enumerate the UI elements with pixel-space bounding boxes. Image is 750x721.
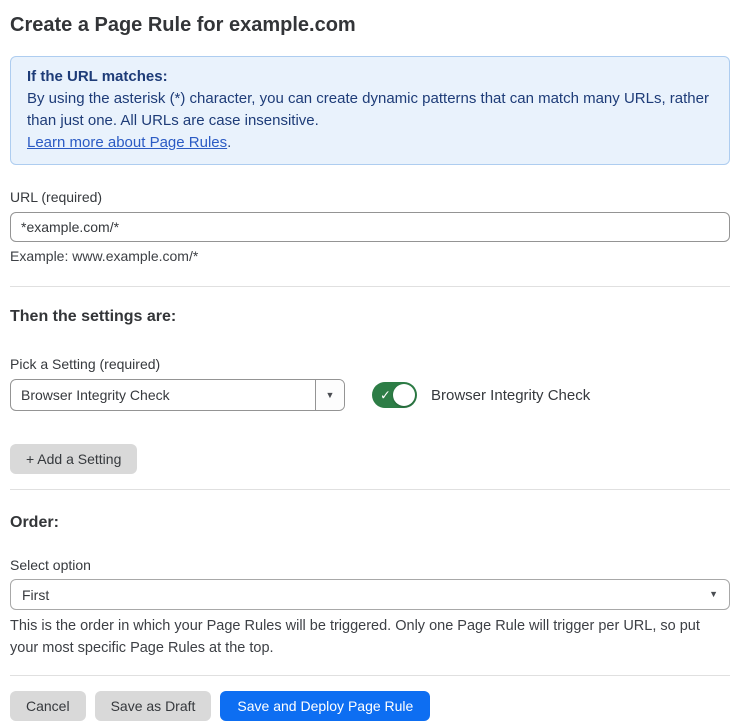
chevron-down-icon: ▼ bbox=[709, 590, 718, 599]
order-section-heading: Order: bbox=[10, 513, 730, 532]
info-box-heading: If the URL matches: bbox=[27, 66, 713, 88]
cancel-button[interactable]: Cancel bbox=[10, 691, 86, 721]
setting-picker-arrow-button[interactable]: ▼ bbox=[315, 380, 344, 410]
page-rule-form: Create a Page Rule for example.com If th… bbox=[0, 0, 750, 721]
footer-buttons: Cancel Save as Draft Save and Deploy Pag… bbox=[10, 691, 730, 721]
order-helper-text: This is the order in which your Page Rul… bbox=[10, 615, 730, 659]
setting-picker-value: Browser Integrity Check bbox=[11, 380, 315, 410]
setting-picker-select[interactable]: Browser Integrity Check ▼ bbox=[10, 379, 345, 411]
info-box-link-line: Learn more about Page Rules. bbox=[27, 132, 713, 154]
divider bbox=[10, 489, 730, 490]
chevron-down-icon: ▼ bbox=[326, 391, 335, 400]
url-match-info-box: If the URL matches: By using the asteris… bbox=[10, 56, 730, 165]
setting-row: Browser Integrity Check ▼ ✓ Browser Inte… bbox=[10, 379, 730, 411]
link-suffix: . bbox=[227, 134, 231, 151]
order-select-value: First bbox=[22, 587, 49, 603]
toggle-knob bbox=[393, 384, 415, 406]
url-field-label: URL (required) bbox=[10, 189, 730, 205]
check-icon: ✓ bbox=[380, 389, 391, 402]
setting-picker-label: Pick a Setting (required) bbox=[10, 356, 730, 372]
order-select[interactable]: First ▼ bbox=[10, 579, 730, 610]
add-setting-button[interactable]: + Add a Setting bbox=[10, 444, 137, 474]
browser-integrity-toggle[interactable]: ✓ bbox=[372, 382, 417, 408]
settings-section-heading: Then the settings are: bbox=[10, 307, 730, 326]
page-title: Create a Page Rule for example.com bbox=[10, 13, 730, 37]
divider bbox=[10, 675, 730, 676]
toggle-label: Browser Integrity Check bbox=[431, 387, 590, 404]
toggle-wrap: ✓ Browser Integrity Check bbox=[372, 382, 590, 408]
order-select-label: Select option bbox=[10, 557, 730, 573]
save-as-draft-button[interactable]: Save as Draft bbox=[95, 691, 212, 721]
url-helper-text: Example: www.example.com/* bbox=[10, 248, 730, 265]
url-input[interactable] bbox=[10, 212, 730, 242]
info-box-body: By using the asterisk (*) character, you… bbox=[27, 88, 713, 132]
save-and-deploy-button[interactable]: Save and Deploy Page Rule bbox=[220, 691, 430, 721]
divider bbox=[10, 286, 730, 287]
learn-more-link[interactable]: Learn more about Page Rules bbox=[27, 134, 227, 151]
